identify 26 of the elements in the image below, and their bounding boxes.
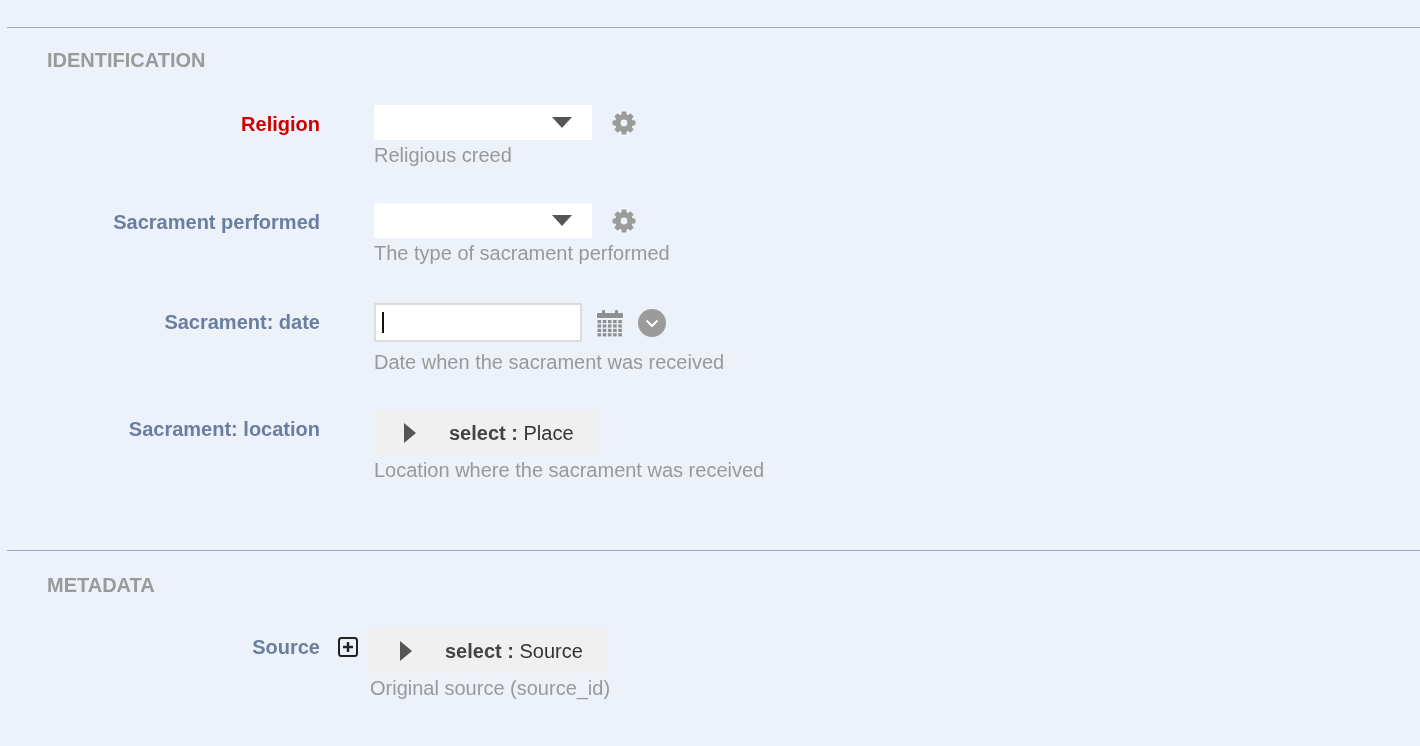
select-button[interactable]: select : Place [374,410,596,455]
help-text: Religious creed [374,143,512,167]
calendar-icon[interactable] [596,308,624,337]
caret-icon [552,117,572,128]
field-label: Sacrament: date [164,310,320,334]
section-heading: IDENTIFICATION [47,48,206,72]
field-label: Sacrament: location [128,417,320,441]
caret-icon [404,422,416,443]
settings-icon[interactable] [612,208,636,233]
dropdown-field[interactable] [374,105,592,140]
select-button[interactable]: select : Source [370,628,605,673]
help-text: Original source (source_id) [370,676,611,700]
field-label: Sacrament performed [113,210,320,234]
help-text: The type of sacrament performed [374,241,670,265]
caret-icon [400,640,412,661]
chevron-down-icon[interactable] [638,308,666,337]
caret-icon [552,215,572,226]
date-input[interactable] [374,303,582,342]
dropdown-field[interactable] [374,203,592,238]
add-icon[interactable] [338,637,358,657]
field-label: Religion [241,112,320,136]
section-heading: METADATA [47,573,155,597]
help-text: Date when the sacrament was received [374,350,725,374]
settings-icon[interactable] [612,110,636,135]
field-label: Source [252,635,320,659]
help-text: Location where the sacrament was received [374,458,765,482]
